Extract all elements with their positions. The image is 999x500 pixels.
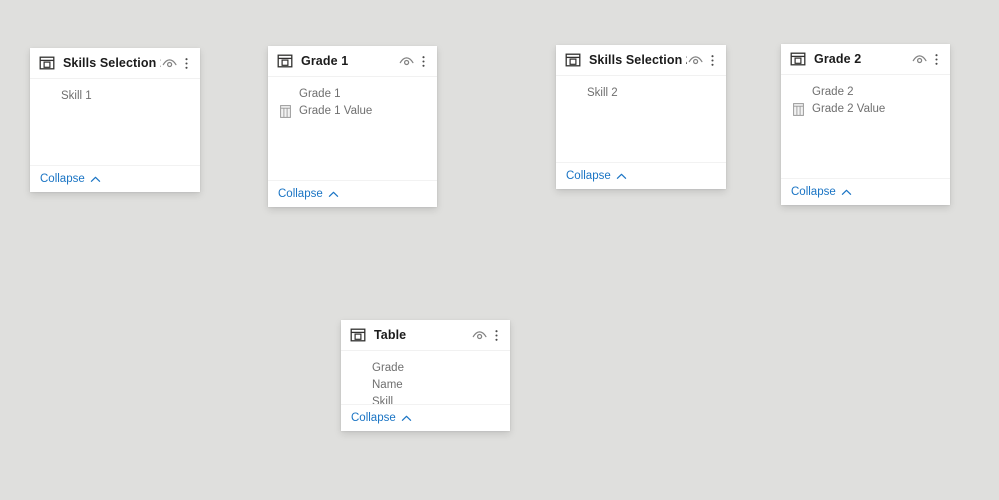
kebab-menu-icon[interactable] — [706, 52, 719, 69]
eye-visibility-icon[interactable] — [471, 327, 488, 344]
field-label: Skill 1 — [61, 90, 92, 102]
field-label: Skill 2 — [587, 87, 618, 99]
card-header-actions — [471, 327, 503, 344]
form-window-icon — [277, 53, 293, 69]
field-label: Grade 1 — [299, 88, 341, 100]
field-label: Grade 2 Value — [812, 103, 886, 115]
card-header: Grade 1 — [268, 46, 437, 77]
card-header: Skills Selection 2 — [556, 45, 726, 76]
card-footer: Collapse — [341, 404, 510, 431]
component-card-grade-2[interactable]: Grade 2 Grade 2 Grade 2 Value Collapse — [781, 44, 950, 205]
form-window-icon — [350, 327, 366, 343]
card-title: Table — [374, 328, 407, 342]
field-row-skill-2[interactable]: Skill 2 — [566, 85, 716, 102]
field-row-skill[interactable]: Skill — [351, 394, 500, 404]
card-footer: Collapse — [556, 162, 726, 189]
field-label: Skill — [372, 396, 394, 404]
card-body: Grade 1 Grade 1 Value — [268, 77, 437, 180]
card-header: Grade 2 — [781, 44, 950, 75]
component-card-skills-selection-2[interactable]: Skills Selection 2 Skill 2 Collapse — [556, 45, 726, 189]
chevron-up-icon — [841, 187, 852, 198]
eye-visibility-icon[interactable] — [687, 52, 704, 69]
kebab-menu-icon[interactable] — [180, 55, 193, 72]
card-header: Skills Selection 1 — [30, 48, 200, 79]
collapse-button[interactable]: Collapse — [278, 188, 339, 200]
form-window-icon — [39, 55, 55, 71]
field-row-grade[interactable]: Grade — [351, 360, 500, 377]
field-row-skill-1[interactable]: Skill 1 — [40, 88, 190, 105]
card-footer: Collapse — [30, 165, 200, 192]
card-title: Skills Selection 1 — [63, 56, 161, 70]
chevron-up-icon — [401, 413, 412, 424]
component-card-table[interactable]: Table Grade Name Skill Collapse — [341, 320, 510, 431]
collapse-label: Collapse — [791, 186, 836, 198]
card-header: Table — [341, 320, 510, 351]
table-grid-icon — [278, 105, 292, 119]
card-header-actions — [398, 53, 430, 70]
field-label: Grade 2 — [812, 86, 854, 98]
field-icon-slot — [351, 362, 365, 376]
card-body: Skill 1 — [30, 79, 200, 165]
collapse-label: Collapse — [278, 188, 323, 200]
card-header-actions — [911, 51, 943, 68]
field-icon-slot — [351, 379, 365, 393]
field-row-grade-1[interactable]: Grade 1 — [278, 86, 427, 103]
card-title: Grade 1 — [301, 54, 349, 68]
field-icon-slot — [351, 396, 365, 405]
collapse-label: Collapse — [351, 412, 396, 424]
collapse-button[interactable]: Collapse — [566, 170, 627, 182]
field-row-grade-1-value[interactable]: Grade 1 Value — [278, 103, 427, 120]
collapse-label: Collapse — [40, 173, 85, 185]
kebab-menu-icon[interactable] — [490, 327, 503, 344]
field-label: Grade 1 Value — [299, 105, 373, 117]
card-title: Skills Selection 2 — [589, 53, 687, 67]
card-title: Grade 2 — [814, 52, 862, 66]
chevron-up-icon — [616, 171, 627, 182]
chevron-up-icon — [90, 174, 101, 185]
card-header-actions — [161, 55, 193, 72]
card-body: Skill 2 — [556, 76, 726, 162]
component-card-skills-selection-1[interactable]: Skills Selection 1 Skill 1 Collapse — [30, 48, 200, 192]
designer-canvas: Skills Selection 1 Skill 1 Collapse Grad… — [0, 0, 999, 500]
field-icon-slot — [278, 88, 292, 102]
card-body: Grade Name Skill — [341, 351, 510, 404]
card-header-actions — [687, 52, 719, 69]
field-label: Name — [372, 379, 403, 391]
collapse-button[interactable]: Collapse — [40, 173, 101, 185]
collapse-button[interactable]: Collapse — [351, 412, 412, 424]
eye-visibility-icon[interactable] — [398, 53, 415, 70]
card-footer: Collapse — [268, 180, 437, 207]
field-icon-slot — [791, 86, 805, 100]
field-row-grade-2-value[interactable]: Grade 2 Value — [791, 101, 940, 118]
eye-visibility-icon[interactable] — [161, 55, 178, 72]
collapse-label: Collapse — [566, 170, 611, 182]
kebab-menu-icon[interactable] — [930, 51, 943, 68]
kebab-menu-icon[interactable] — [417, 53, 430, 70]
field-icon-slot — [566, 87, 580, 101]
eye-visibility-icon[interactable] — [911, 51, 928, 68]
field-row-name[interactable]: Name — [351, 377, 500, 394]
collapse-button[interactable]: Collapse — [791, 186, 852, 198]
field-label: Grade — [372, 362, 404, 374]
field-row-grade-2[interactable]: Grade 2 — [791, 84, 940, 101]
table-grid-icon — [791, 103, 805, 117]
card-body: Grade 2 Grade 2 Value — [781, 75, 950, 178]
field-icon-slot — [40, 90, 54, 104]
card-footer: Collapse — [781, 178, 950, 205]
form-window-icon — [565, 52, 581, 68]
component-card-grade-1[interactable]: Grade 1 Grade 1 Grade 1 Value Collapse — [268, 46, 437, 207]
chevron-up-icon — [328, 189, 339, 200]
form-window-icon — [790, 51, 806, 67]
